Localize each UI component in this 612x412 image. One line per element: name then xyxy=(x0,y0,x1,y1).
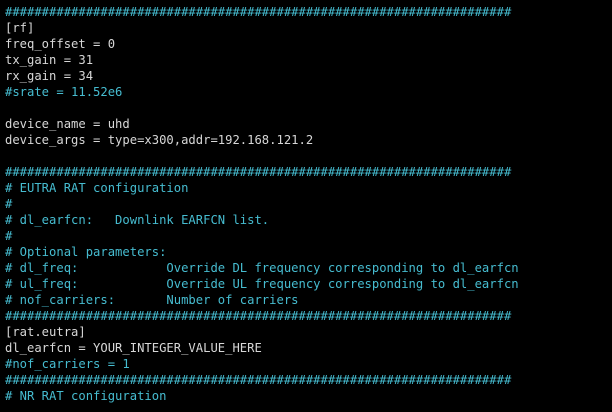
config-comment-line: ########################################… xyxy=(5,5,512,19)
config-comment-line: # dl_earfcn: Downlink EARFCN list. xyxy=(5,213,270,227)
terminal-text-area[interactable]: ########################################… xyxy=(5,0,612,404)
config-comment-line: # xyxy=(5,197,13,211)
config-line: rx_gain = 34 xyxy=(5,69,94,83)
config-comment-line: # nof_carriers: Number of carriers xyxy=(5,293,299,307)
config-comment-line: # NR RAT configuration xyxy=(5,389,167,403)
config-line: tx_gain = 31 xyxy=(5,53,94,67)
config-comment-line: # dl_freq: Override DL frequency corresp… xyxy=(5,261,519,275)
config-line: dl_earfcn = YOUR_INTEGER_VALUE_HERE xyxy=(5,341,262,355)
config-line: freq_offset = 0 xyxy=(5,37,116,51)
config-comment-line: # EUTRA RAT configuration xyxy=(5,181,189,195)
config-comment-line: ########################################… xyxy=(5,309,512,323)
config-comment-line: #nof_carriers = 1 xyxy=(5,357,130,371)
config-line: [rat.eutra] xyxy=(5,325,86,339)
config-line: device_name = uhd xyxy=(5,117,130,131)
config-comment-line: # ul_freq: Override UL frequency corresp… xyxy=(5,277,519,291)
config-comment-line: # Optional parameters: xyxy=(5,245,167,259)
config-comment-line: # xyxy=(5,229,13,243)
config-comment-line: ########################################… xyxy=(5,165,512,179)
config-line: [rf] xyxy=(5,21,35,35)
config-comment-line: ########################################… xyxy=(5,373,512,387)
config-comment-line: #srate = 11.52e6 xyxy=(5,85,123,99)
terminal-window[interactable]: ########################################… xyxy=(0,0,612,412)
config-line: device_args = type=x300,addr=192.168.121… xyxy=(5,133,314,147)
